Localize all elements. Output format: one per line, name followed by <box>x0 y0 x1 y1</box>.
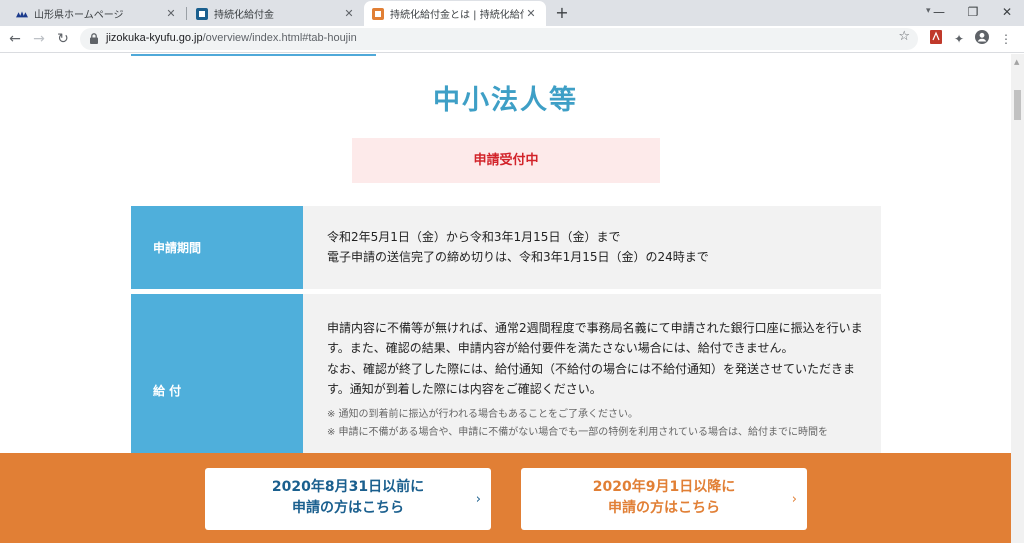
row-label: 申請期間 <box>131 206 303 289</box>
tab-divider <box>186 7 187 20</box>
tab-strip: 山形県ホームページ ✕ 持続化給付金 ✕ 持続化給付金とは | 持続化給付金 ✕… <box>0 0 1024 26</box>
close-icon[interactable]: ✕ <box>524 7 538 20</box>
note-text: ※ 通知の到着前に振込が行われる場合もあることをご了承ください。 <box>327 408 639 420</box>
close-window-icon[interactable]: ✕ <box>990 0 1024 26</box>
url-text: jizokuka-kyufu.go.jp/overview/index.html… <box>106 32 357 44</box>
restore-icon[interactable]: ❐ <box>956 0 990 26</box>
site-blue-icon <box>196 7 208 20</box>
row-text: 申請内容に不備等が無ければ、通常2週間程度で事務局名義にて申請された銀行口座に振… <box>327 321 863 356</box>
scroll-up-arrow-icon[interactable]: ▲ <box>1014 58 1019 66</box>
bookmark-star-icon[interactable]: ☆ <box>898 29 910 44</box>
minimize-icon[interactable]: — <box>922 0 956 26</box>
cta-line: 申請の方はこちら <box>292 500 404 516</box>
yamagata-logo-icon <box>16 8 28 20</box>
lock-icon <box>90 33 98 44</box>
close-icon[interactable]: ✕ <box>164 7 178 20</box>
status-badge: 申請受付中 <box>352 138 660 183</box>
tab-title: 山形県ホームページ <box>34 10 124 21</box>
cta-line: 2020年8月31日以前に <box>271 479 425 495</box>
tab-underline <box>131 54 376 56</box>
tab-yamagata[interactable]: 山形県ホームページ ✕ <box>8 1 186 26</box>
cta-line: 申請の方はこちら <box>608 500 720 516</box>
after-sep1-apply-button[interactable]: 2020年9月1日以降に 申請の方はこちら › <box>521 468 807 530</box>
bottom-cta-banner: 2020年8月31日以前に 申請の方はこちら › 2020年9月1日以降に 申請… <box>0 453 1011 543</box>
page-scrollbar[interactable]: ▲ <box>1011 54 1024 543</box>
before-aug31-apply-button[interactable]: 2020年8月31日以前に 申請の方はこちら › <box>205 468 491 530</box>
menu-kebab-icon[interactable]: ⋮ <box>997 30 1015 48</box>
page-title: 中小法人等 <box>433 85 578 116</box>
tab-title: 持続化給付金 <box>214 10 274 21</box>
info-row-period: 申請期間 令和2年5月1日（金）から令和3年1月15日（金）まで 電子申請の送信… <box>131 206 881 289</box>
back-icon[interactable]: ← <box>4 28 26 50</box>
row-text: 令和2年5月1日（金）から令和3年1月15日（金）まで <box>327 230 621 244</box>
row-content: 令和2年5月1日（金）から令和3年1月15日（金）まで 電子申請の送信完了の締め… <box>327 227 863 268</box>
reload-icon[interactable]: ↻ <box>52 28 74 50</box>
tab-jizokuka-overview[interactable]: 持続化給付金とは | 持続化給付金 ✕ <box>364 1 546 26</box>
extensions-puzzle-icon[interactable]: ✦ <box>950 30 968 48</box>
url-path: /overview/index.html#tab-houjin <box>202 32 357 44</box>
page-viewport: 中小法人等 申請受付中 申請期間 令和2年5月1日（金）から令和3年1月15日（… <box>0 54 1011 543</box>
url-domain: jizokuka-kyufu.go.jp <box>106 32 203 44</box>
address-bar[interactable]: jizokuka-kyufu.go.jp/overview/index.html… <box>80 28 918 50</box>
tab-title: 持続化給付金とは | 持続化給付金 <box>390 10 524 21</box>
row-notes: ※ 通知の到着前に振込が行われる場合もあることをご了承ください。 ※ 申請に不備… <box>327 406 863 442</box>
profile-avatar-icon[interactable] <box>973 30 991 48</box>
chevron-right-icon: › <box>475 492 481 507</box>
new-tab-button[interactable]: + <box>553 4 571 22</box>
row-content: 申請内容に不備等が無ければ、通常2週間程度で事務局名義にて申請された銀行口座に振… <box>327 318 863 442</box>
cta-line: 2020年9月1日以降に <box>592 479 736 495</box>
row-text: 電子申請の送信完了の締め切りは、令和3年1月15日（金）の24時まで <box>327 250 709 265</box>
forward-icon[interactable]: → <box>28 28 50 50</box>
chevron-right-icon: › <box>791 492 797 507</box>
site-orange-icon <box>372 7 384 20</box>
row-text: なお、確認が終了した際には、給付通知（不給付の場合には不給付通知）を発送させてい… <box>327 361 856 397</box>
browser-toolbar: ← → ↻ jizokuka-kyufu.go.jp/overview/inde… <box>0 26 1024 53</box>
tab-jizokuka[interactable]: 持続化給付金 ✕ <box>188 1 364 26</box>
note-text: ※ 申請に不備がある場合や、申請に不備がない場合でも一部の特例を利用されている場… <box>327 426 828 438</box>
scroll-thumb[interactable] <box>1014 90 1021 120</box>
pdf-extension-icon[interactable] <box>927 30 945 48</box>
close-icon[interactable]: ✕ <box>342 7 356 20</box>
